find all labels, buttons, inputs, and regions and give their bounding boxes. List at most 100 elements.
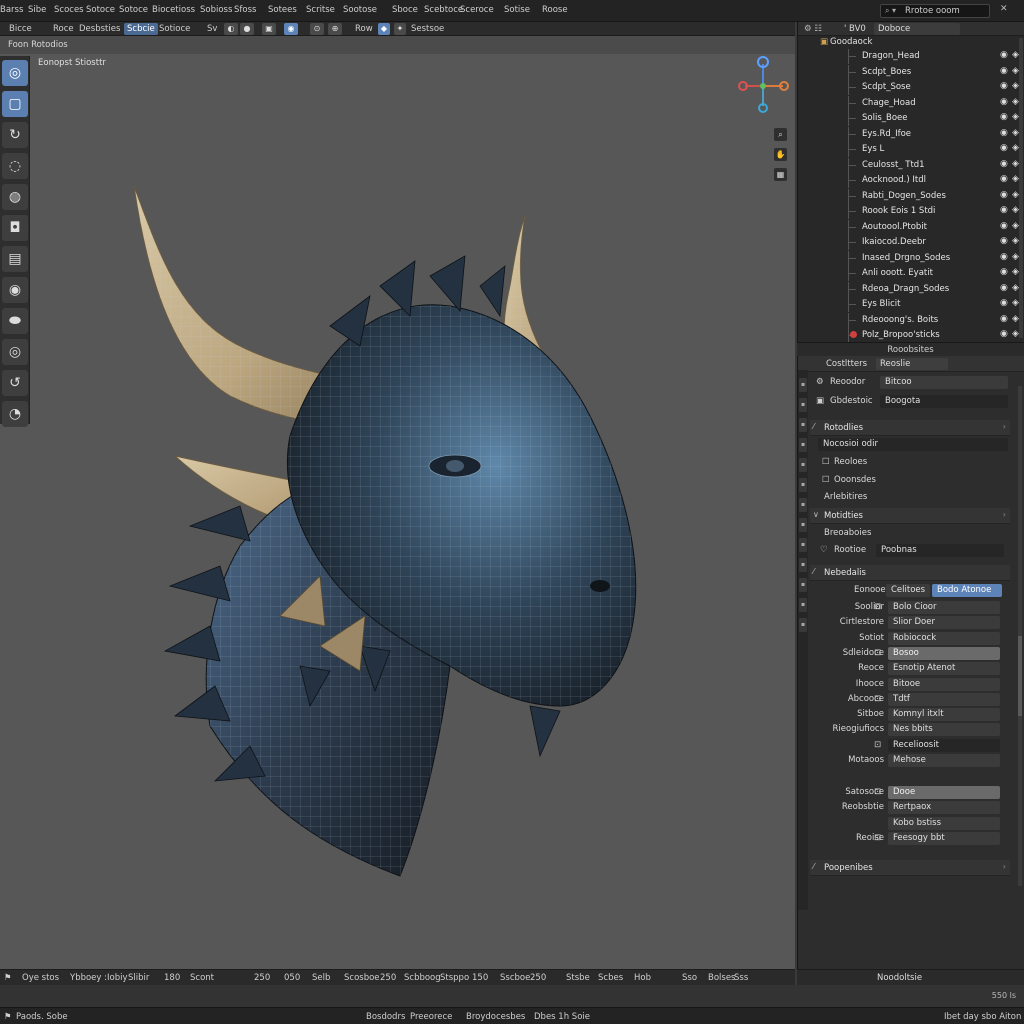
outliner-item[interactable]: Scdpt_Boes ◉ ◈ xyxy=(798,64,1024,80)
visibility-eye-icon[interactable]: ◉ xyxy=(1000,221,1008,231)
outliner-item[interactable]: Rdeoa_Dragn_Sodes ◉ ◈ xyxy=(798,281,1024,297)
timeline-item[interactable]: Slibir xyxy=(128,973,149,983)
menu-item[interactable]: Sotoce xyxy=(119,5,148,15)
header-item[interactable]: Roce xyxy=(50,23,77,35)
menu-item[interactable]: Sobioss xyxy=(200,5,232,15)
visibility-eye-icon[interactable]: ◉ xyxy=(1000,112,1008,122)
physics-tab-icon[interactable]: ▪ xyxy=(799,558,807,572)
search-field[interactable]: ⌕ ▾ Rrotoe ooom xyxy=(880,4,990,18)
particles-tab-icon[interactable]: ▪ xyxy=(799,538,807,552)
outliner-item[interactable]: Rabti_Dogen_Sodes ◉ ◈ xyxy=(798,188,1024,204)
material-tab-icon[interactable]: ▪ xyxy=(799,618,807,632)
menu-item[interactable]: Biocetioss xyxy=(152,5,195,15)
material-row-field[interactable]: Dooe xyxy=(888,786,1000,799)
outliner-item[interactable]: Scdpt_Sose ◉ ◈ xyxy=(798,80,1024,95)
pivot-icon[interactable]: ⊙ xyxy=(310,23,324,35)
header-item-active[interactable]: Scbcie xyxy=(124,23,158,35)
material-row-field[interactable]: Tdtf xyxy=(888,692,1000,706)
header-item[interactable]: Bicce xyxy=(6,23,35,35)
timeline-item[interactable]: 250 xyxy=(380,973,396,983)
menu-item[interactable]: Scoces xyxy=(54,5,84,15)
shading-icon[interactable]: ● xyxy=(240,23,254,35)
render-camera-icon[interactable]: ◈ xyxy=(1012,50,1019,60)
checkbox-icon[interactable]: ☐ xyxy=(822,475,830,485)
header-item[interactable]: Desbsties xyxy=(76,23,123,35)
material-row-field[interactable]: Feesogy bbt xyxy=(888,831,1000,845)
breoaboies-row[interactable]: Breoaboies xyxy=(810,526,1020,542)
output-tab-icon[interactable]: ▪ xyxy=(799,418,807,432)
visibility-eye-icon[interactable]: ◉ xyxy=(1000,174,1008,184)
menu-item[interactable]: Sotees xyxy=(268,5,297,15)
render-camera-icon[interactable]: ◈ xyxy=(1012,97,1019,107)
outliner-item[interactable]: Eys.Rd_Ifoe ◉ ◈ xyxy=(798,126,1024,142)
menu-item[interactable]: Roose xyxy=(542,5,568,15)
timeline-item[interactable]: 050 xyxy=(284,973,300,983)
render-camera-icon[interactable]: ◈ xyxy=(1012,252,1019,262)
properties-context-field[interactable]: Reoslie xyxy=(876,358,948,370)
outliner-mode[interactable]: ' BV0 xyxy=(844,24,866,34)
section-nebedalis[interactable]: ⁄ Nebedalis xyxy=(810,565,1010,581)
geometric-field[interactable]: Boogota xyxy=(880,395,1008,408)
modifier-tab-icon[interactable]: ▪ xyxy=(799,518,807,532)
snap-icon[interactable]: ⊕ xyxy=(328,23,342,35)
outliner-item[interactable]: Solis_Boee ◉ ◈ xyxy=(798,111,1024,126)
grab-tool-icon[interactable]: ⬬ xyxy=(2,308,28,334)
visibility-eye-icon[interactable]: ◉ xyxy=(1000,267,1008,277)
header-item[interactable]: Row xyxy=(352,23,376,35)
arlebitires-row[interactable]: Arlebitires xyxy=(810,490,1020,506)
timeline-item[interactable]: Scosboe xyxy=(344,973,380,983)
timeline-item[interactable]: Bolses xyxy=(708,973,735,983)
nocosioi-field[interactable]: Nocosioi odir xyxy=(818,438,1008,451)
timeline-item[interactable]: Scbboog xyxy=(404,973,441,983)
object-tab-icon[interactable]: ▪ xyxy=(799,498,807,512)
visibility-eye-icon[interactable]: ◉ xyxy=(1000,298,1008,308)
measure-tool-icon[interactable]: ◉ xyxy=(2,277,28,303)
outliner-item[interactable]: Inased_Drgno_Sodes ◉ ◈ xyxy=(798,250,1024,266)
menu-item[interactable]: Sfoss xyxy=(234,5,256,15)
render-camera-icon[interactable]: ◈ xyxy=(1012,329,1019,339)
rootioe-field[interactable]: Poobnas xyxy=(876,544,1004,557)
render-camera-icon[interactable]: ◈ xyxy=(1012,81,1019,91)
visibility-eye-icon[interactable]: ◉ xyxy=(1000,128,1008,138)
tool-tab-icon[interactable]: ▪ xyxy=(799,378,807,392)
outliner-item[interactable]: Ikaiocod.Deebr ◉ ◈ xyxy=(798,235,1024,250)
world-tab-icon[interactable]: ▪ xyxy=(799,478,807,492)
smooth-tool-icon[interactable]: ◔ xyxy=(2,401,28,427)
reoloes-row[interactable]: ☐ Reoloes xyxy=(810,455,1020,471)
outliner-item[interactable]: Rdeooong's. Boits ◉ ◈ xyxy=(798,312,1024,328)
outliner-filter-icon[interactable]: ⚙ ☷ xyxy=(804,24,822,34)
timeline-item[interactable]: Ybboey :Iobiy xyxy=(70,973,128,983)
material-row-field[interactable]: Esnotip Atenot xyxy=(888,662,1000,676)
outliner-item[interactable]: Eys Blicit ◉ ◈ xyxy=(798,297,1024,312)
timeline-item[interactable]: Scont xyxy=(190,973,214,983)
timeline-item[interactable]: 250 xyxy=(254,973,270,983)
material-row-field[interactable]: Recelioosit xyxy=(888,738,1000,752)
visibility-eye-icon[interactable]: ◉ xyxy=(1000,190,1008,200)
timeline-item[interactable]: Stsbe xyxy=(566,973,590,983)
visibility-eye-icon[interactable]: ◉ xyxy=(1000,329,1008,339)
scale-tool-icon[interactable]: ◍ xyxy=(2,184,28,210)
scrollbar-thumb[interactable] xyxy=(1018,636,1022,716)
ooonsdes-row[interactable]: ☐ Ooonsdes xyxy=(810,473,1020,489)
material-row-field[interactable]: Robiocock xyxy=(888,631,1000,645)
render-camera-icon[interactable]: ◈ xyxy=(1012,66,1019,76)
material-row-field[interactable]: Kobo bstiss xyxy=(888,816,1000,830)
render-field[interactable]: Bitcoo xyxy=(880,376,1008,389)
material-row-field[interactable]: Slior Doer xyxy=(888,616,1000,630)
close-icon[interactable]: ✕ xyxy=(1000,4,1008,14)
material-row-field[interactable]: Nes bbits xyxy=(888,723,1000,737)
render-camera-icon[interactable]: ◈ xyxy=(1012,205,1019,215)
rotate-tool-icon[interactable]: ◌ xyxy=(2,153,28,179)
menu-item[interactable]: Scritse xyxy=(306,5,335,15)
outliner-item[interactable]: Aoutoool.Ptobit ◉ ◈ xyxy=(798,219,1024,235)
outliner-item[interactable]: Ceulosst_ Ttd1 ◉ ◈ xyxy=(798,157,1024,173)
dragon-head-mesh[interactable] xyxy=(120,146,660,886)
texture-slot-icon[interactable]: ⊡ xyxy=(874,602,881,612)
render-camera-icon[interactable]: ◈ xyxy=(1012,174,1019,184)
outliner-item[interactable]: Anli ooott. Eyatit ◉ ◈ xyxy=(798,266,1024,281)
menu-item[interactable]: Sotise xyxy=(504,5,530,15)
menu-item[interactable]: Sootose xyxy=(343,5,377,15)
material-row-field[interactable]: Bolo Cioor xyxy=(888,601,1000,614)
timeline-item[interactable]: 180 xyxy=(164,973,180,983)
header-item[interactable]: Sotioce xyxy=(156,23,193,35)
